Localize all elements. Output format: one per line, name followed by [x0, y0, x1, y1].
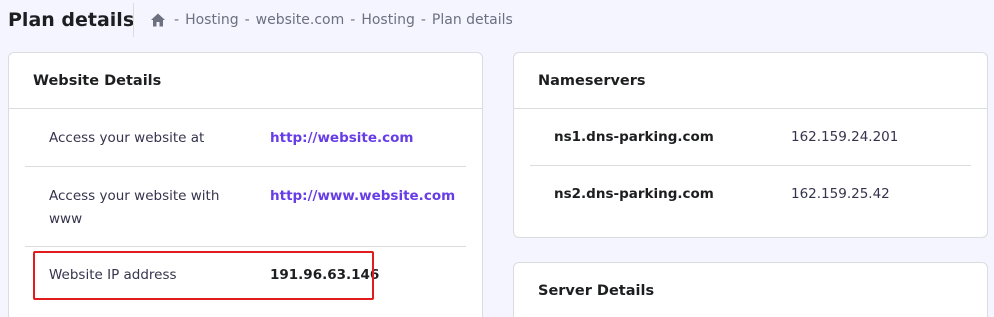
website-details-title: Website Details — [9, 53, 482, 109]
nameserver-name: ns1.dns-parking.com — [554, 129, 714, 145]
breadcrumb-separator: - — [420, 12, 426, 28]
plan-details-page: Plan details - Hosting - website.com - H… — [0, 0, 994, 317]
breadcrumb-separator: - — [350, 12, 356, 28]
breadcrumb-item-current: Plan details — [431, 12, 513, 28]
nameserver-row: ns1.dns-parking.com 162.159.24.201 — [530, 109, 971, 166]
nameserver-row: ns2.dns-parking.com 162.159.25.42 — [530, 166, 971, 223]
breadcrumb-item-hosting-2[interactable]: Hosting — [361, 10, 415, 30]
website-url-row: Access your website at http://website.co… — [25, 109, 466, 167]
nameserver-name: ns2.dns-parking.com — [554, 186, 714, 202]
ip-address-highlight — [33, 251, 374, 300]
website-www-url-row: Access your website with www http://www.… — [25, 167, 466, 247]
breadcrumb-item-hosting[interactable]: Hosting — [185, 10, 239, 30]
server-details-card: Server Details — [513, 262, 988, 317]
website-url-label: Access your website at — [49, 130, 205, 146]
page-title: Plan details — [8, 9, 135, 31]
breadcrumb-item-domain[interactable]: website.com — [256, 10, 345, 30]
website-www-url-label: Access your website with www — [49, 188, 220, 227]
nameservers-title: Nameservers — [514, 53, 987, 109]
server-details-title: Server Details — [538, 283, 655, 299]
website-url-link[interactable]: http://website.com — [270, 127, 413, 150]
website-www-url-link[interactable]: http://www.website.com — [270, 185, 455, 208]
breadcrumb-separator: - — [174, 12, 180, 28]
header-divider — [133, 3, 134, 37]
breadcrumb: - Hosting - website.com - Hosting - Plan… — [150, 10, 513, 30]
home-icon[interactable] — [150, 12, 166, 28]
nameservers-card: Nameservers ns1.dns-parking.com 162.159.… — [513, 52, 988, 238]
nameserver-ip: 162.159.24.201 — [791, 129, 899, 145]
breadcrumb-separator: - — [244, 12, 250, 28]
nameserver-ip: 162.159.25.42 — [791, 186, 890, 202]
